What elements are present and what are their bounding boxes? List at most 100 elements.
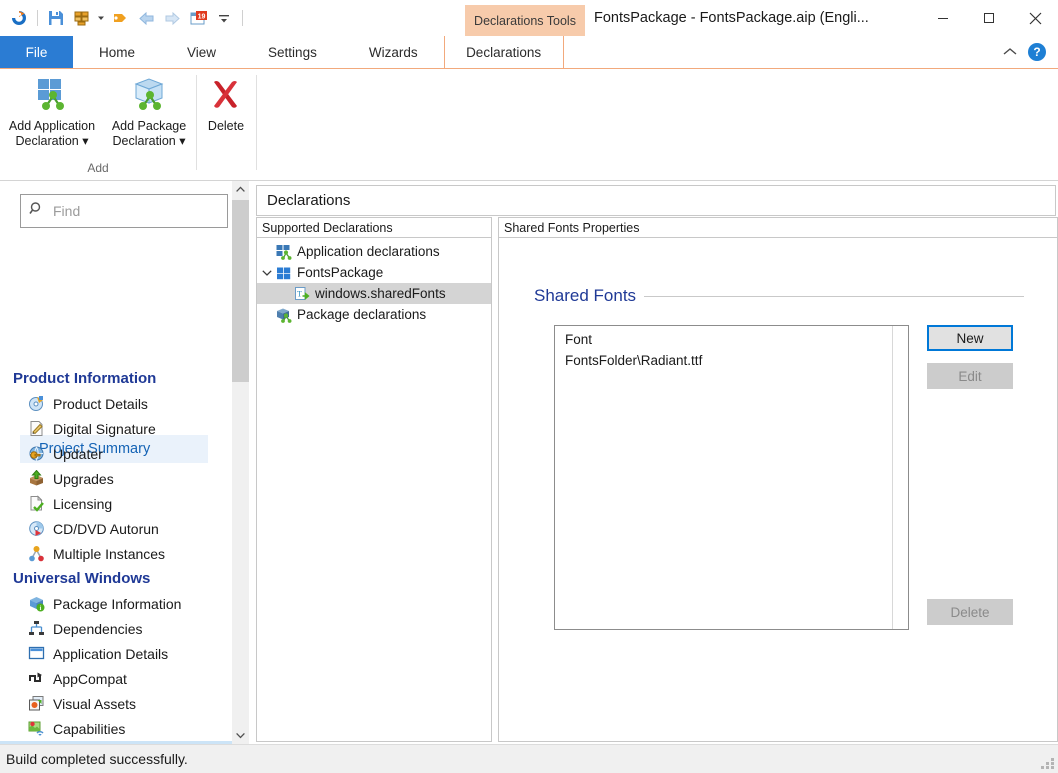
sidebar-scrollbar[interactable] [232, 181, 249, 744]
declarations-tree: Application declarations FontsPackage T … [257, 238, 491, 325]
sidebar-item-dependencies[interactable]: Dependencies [0, 616, 232, 641]
sidebar-item-label: Upgrades [53, 470, 114, 487]
close-button[interactable] [1012, 0, 1058, 36]
add-package-declaration-button[interactable]: Add Package Declaration ▾ [103, 69, 195, 149]
tab-settings[interactable]: Settings [242, 36, 343, 68]
tree-node-fontspackage[interactable]: FontsPackage [257, 262, 491, 283]
add-application-declaration-button[interactable]: Add Application Declaration ▾ [1, 69, 103, 149]
tab-declarations[interactable]: Declarations [443, 36, 564, 68]
status-bar: Build completed successfully. [0, 744, 1058, 773]
tab-home[interactable]: Home [73, 36, 161, 68]
tree-node-label: FontsPackage [297, 265, 384, 280]
cd-dvd-autorun-icon [26, 520, 46, 538]
tree-node-windows-sharedfonts[interactable]: T windows.sharedFonts [257, 283, 491, 304]
tabstrip-spacer [564, 36, 1000, 68]
add-package-declaration-label: Add Package Declaration ▾ [112, 119, 186, 149]
content-panes: Supported Declarations Application decla… [256, 217, 1058, 744]
visual-assets-icon [26, 695, 46, 713]
sidebar-item-capabilities[interactable]: Capabilities [0, 716, 232, 741]
sidebar-item-label: Product Details [53, 395, 148, 412]
sidebar-section-universal-windows: Universal Windows [13, 570, 151, 587]
contextual-tab-header: Declarations Tools [465, 5, 585, 36]
collapse-ribbon-icon[interactable] [1000, 43, 1020, 61]
supported-declarations-pane: Supported Declarations Application decla… [256, 217, 492, 742]
sidebar-scrollbar-thumb[interactable] [232, 200, 249, 382]
sidebar-item-upgrades[interactable]: Upgrades [0, 466, 232, 491]
tab-view[interactable]: View [161, 36, 242, 68]
ribbon-group-delete-items: Delete [197, 69, 255, 159]
ribbon-group-add-items: Add Application Declaration ▾ Add Packag… [1, 69, 195, 159]
sidebar-item-multiple-instances[interactable]: Multiple Instances [0, 541, 232, 566]
ribbon-group-add: Add Application Declaration ▾ Add Packag… [0, 69, 196, 181]
sidebar-item-label: Digital Signature [53, 420, 156, 437]
sidebar-scroll-down-button[interactable] [232, 727, 249, 744]
tree-twisty-expanded-icon[interactable] [259, 262, 275, 283]
tree-node-package-declarations[interactable]: Package declarations [257, 304, 491, 325]
listbox-scrollbar[interactable] [892, 326, 908, 629]
sidebar-item-label: Multiple Instances [53, 545, 166, 562]
upgrades-icon [26, 470, 46, 488]
adl-dropdown-icon[interactable]: ▾ [79, 134, 88, 148]
sidebar-item-label: AppCompat [53, 670, 127, 687]
new-button[interactable]: New [927, 325, 1013, 351]
sidebar-item-appcompat[interactable]: AppCompat [0, 666, 232, 691]
tree-twisty-placeholder [259, 241, 275, 262]
list-column-header: Font [565, 332, 593, 347]
ribbon-separator-2 [256, 75, 257, 170]
sidebar-item-updater[interactable]: Updater [0, 441, 232, 466]
list-item[interactable]: FontsFolder\Radiant.ttf [555, 347, 908, 368]
tree-node-application-declarations[interactable]: Application declarations [257, 241, 491, 262]
supported-declarations-title: Supported Declarations [257, 218, 491, 238]
sidebar-item-digital-signature[interactable]: Digital Signature [0, 416, 232, 441]
red-x-icon [208, 75, 244, 115]
section-divider [644, 295, 1024, 297]
sidebar-item-package-information[interactable]: i Package Information [0, 591, 232, 616]
shared-fonts-properties-pane: Shared Fonts Properties Shared Fonts Fon… [498, 217, 1058, 742]
build-dropdown-icon[interactable] [95, 5, 107, 31]
sidebar-item-cd-dvd-autorun[interactable]: CD/DVD Autorun [0, 516, 232, 541]
tab-wizards[interactable]: Wizards [343, 36, 444, 68]
resize-grip-icon[interactable] [1041, 756, 1055, 770]
page-title: Declarations [256, 185, 1056, 216]
sidebar-item-licensing[interactable]: Licensing [0, 491, 232, 516]
sidebar-item-label: Application Details [53, 645, 169, 662]
shared-fonts-section-header: Shared Fonts [534, 286, 1024, 306]
product-details-icon [26, 395, 46, 413]
delete-declaration-button[interactable]: Delete [197, 69, 255, 134]
apd-dropdown-icon[interactable]: ▾ [176, 134, 185, 148]
sidebar-nav-list: Product Information Product Details Digi… [0, 366, 232, 744]
back-icon[interactable] [133, 5, 159, 31]
licensing-icon [26, 495, 46, 513]
sidebar-item-product-details[interactable]: Product Details [0, 391, 232, 416]
tab-file[interactable]: File [0, 36, 73, 68]
forward-icon[interactable] [159, 5, 185, 31]
window-title: FontsPackage - FontsPackage.aip (Engli..… [594, 10, 869, 26]
sidebar-item-application-details[interactable]: Application Details [0, 641, 232, 666]
minimize-button[interactable] [920, 0, 966, 36]
delete-declaration-label: Delete [207, 119, 245, 133]
capabilities-icon [26, 720, 46, 738]
trial-days-icon[interactable]: 19 [185, 5, 211, 31]
main-content: Declarations Supported Declarations Appl… [250, 181, 1058, 744]
package-declarations-icon [275, 306, 293, 324]
build-icon[interactable] [69, 5, 95, 31]
tree-node-label: Application declarations [297, 244, 440, 259]
app-logo-icon[interactable] [6, 5, 32, 31]
search-input[interactable] [51, 202, 211, 220]
sidebar-scroll-up-button[interactable] [232, 181, 249, 198]
save-icon[interactable] [43, 5, 69, 31]
shared-fonts-properties-title: Shared Fonts Properties [499, 218, 1057, 238]
sidebar-item-label: Visual Assets [53, 695, 137, 712]
help-icon[interactable]: ? [1028, 43, 1046, 61]
sidebar-item-visual-assets[interactable]: Visual Assets [0, 691, 232, 716]
windows-logo-icon [275, 264, 293, 282]
run-icon[interactable] [107, 5, 133, 31]
customize-qat-icon[interactable] [211, 5, 237, 31]
sidebar-item-label: Capabilities [53, 720, 126, 737]
sidebar-section-product-information: Product Information [13, 370, 157, 387]
ribbon-group-delete: Delete [196, 69, 256, 181]
maximize-button[interactable] [966, 0, 1012, 36]
find-box[interactable] [20, 194, 228, 228]
package-information-icon: i [26, 595, 46, 613]
shared-fonts-listbox[interactable]: Font FontsFolder\Radiant.ttf [554, 325, 909, 630]
